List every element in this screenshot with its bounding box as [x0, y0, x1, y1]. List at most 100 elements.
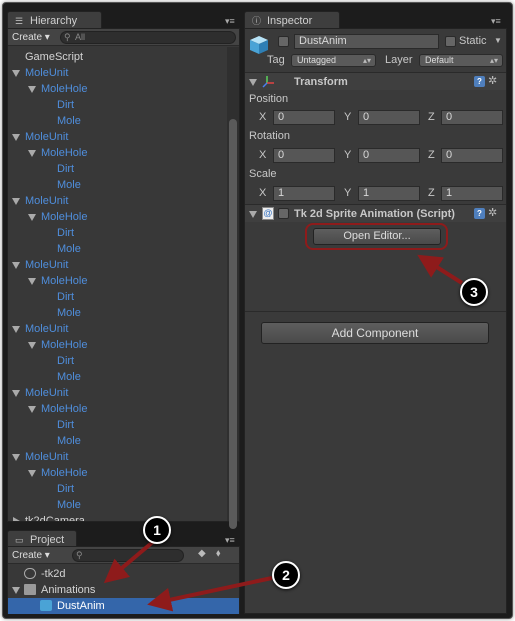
rotation-y-field[interactable]: 0	[358, 148, 420, 163]
hierarchy-item[interactable]: MoleHole	[41, 401, 87, 417]
hierarchy-scrollbar[interactable]	[227, 47, 239, 529]
expand-arrow-icon[interactable]	[28, 406, 36, 413]
position-x-field[interactable]: 0	[273, 110, 335, 125]
hierarchy-item[interactable]: Dirt	[57, 353, 74, 369]
transform-header[interactable]: Transform ? ✲	[245, 72, 506, 90]
divider	[245, 311, 506, 312]
hierarchy-item[interactable]: Mole	[57, 497, 81, 513]
project-item[interactable]: DustAnim	[57, 598, 105, 614]
hierarchy-panel: Create ▾ ⚲ All GameScript MoleUnit MoleHol…	[7, 28, 240, 529]
position-label: Position	[249, 93, 289, 105]
hierarchy-item[interactable]: Mole	[57, 113, 81, 129]
gear-icon[interactable]: ✲	[488, 207, 497, 219]
hierarchy-item[interactable]: Dirt	[57, 97, 74, 113]
scrollbar-thumb[interactable]	[229, 119, 237, 529]
expand-arrow-icon[interactable]	[12, 198, 20, 205]
add-component-button[interactable]: Add Component	[261, 322, 489, 344]
project-item[interactable]: -tk2d	[41, 566, 65, 582]
expand-arrow-icon[interactable]	[28, 278, 36, 285]
component-enabled-checkbox[interactable]	[278, 208, 289, 219]
project-item[interactable]: Animations	[41, 582, 95, 598]
panel-menu-icon[interactable]: ▾≡	[225, 535, 235, 546]
static-dropdown-icon[interactable]: ▼	[494, 36, 502, 45]
tab-project-label: Project	[30, 534, 65, 546]
expand-arrow-icon[interactable]	[12, 134, 20, 141]
tab-inspector-label: Inspector	[267, 15, 313, 27]
expand-arrow-icon[interactable]	[12, 454, 20, 461]
script-icon: @	[262, 207, 274, 220]
scale-y-field[interactable]: 1	[358, 186, 420, 201]
folder-icon	[24, 584, 36, 595]
tag-dropdown[interactable]: Untagged ▴▾	[291, 54, 376, 67]
hierarchy-item[interactable]: Mole	[57, 433, 81, 449]
expand-arrow-icon[interactable]	[28, 150, 36, 157]
collapse-arrow-icon[interactable]	[13, 517, 20, 521]
hierarchy-toolbar: Create ▾ ⚲ All	[8, 29, 239, 46]
hierarchy-item[interactable]: Mole	[57, 369, 81, 385]
hierarchy-item[interactable]: MoleUnit	[25, 385, 68, 401]
callout-2: 2	[272, 561, 300, 589]
hierarchy-item[interactable]: MoleUnit	[25, 257, 68, 273]
expand-arrow-icon[interactable]	[12, 262, 20, 269]
rotation-z-field[interactable]: 0	[441, 148, 503, 163]
hierarchy-item[interactable]: Dirt	[57, 481, 74, 497]
rotation-x-field[interactable]: 0	[273, 148, 335, 163]
hierarchy-item[interactable]: MoleUnit	[25, 449, 68, 465]
position-z-field[interactable]: 0	[441, 110, 503, 125]
hierarchy-item[interactable]: Mole	[57, 177, 81, 193]
hierarchy-item[interactable]: MoleHole	[41, 337, 87, 353]
rotation-x-label: X	[259, 149, 267, 161]
scale-x-field[interactable]: 1	[273, 186, 335, 201]
hierarchy-item[interactable]: MoleUnit	[25, 193, 68, 209]
expand-arrow-icon[interactable]	[249, 211, 257, 218]
hierarchy-item[interactable]: Dirt	[57, 417, 74, 433]
layer-label: Layer	[385, 54, 413, 66]
active-checkbox[interactable]	[278, 36, 289, 47]
hierarchy-item[interactable]: Mole	[57, 305, 81, 321]
hierarchy-item[interactable]: MoleHole	[41, 209, 87, 225]
layer-dropdown[interactable]: Default ▴▾	[419, 54, 503, 67]
hierarchy-search-input[interactable]: ⚲ All	[60, 31, 236, 44]
hierarchy-item[interactable]: MoleHole	[41, 81, 87, 97]
hierarchy-item[interactable]: MoleHole	[41, 145, 87, 161]
expand-arrow-icon[interactable]	[12, 587, 20, 594]
project-tree: -tk2d Animations DustAnim	[8, 547, 239, 613]
hierarchy-item[interactable]: tk2dCamera	[25, 513, 85, 521]
hierarchy-item[interactable]: Dirt	[57, 225, 74, 241]
project-panel: Create ▾ ⚲ ◆ ⬧ -tk2d Animations DustAnim	[7, 546, 240, 614]
expand-arrow-icon[interactable]	[28, 86, 36, 93]
hierarchy-item[interactable]: MoleHole	[41, 273, 87, 289]
scale-z-label: Z	[428, 187, 435, 199]
panel-menu-icon[interactable]: ▾≡	[225, 16, 235, 27]
panel-menu-icon[interactable]: ▾≡	[491, 16, 501, 27]
help-icon[interactable]: ?	[474, 76, 485, 87]
tag-label: Tag	[267, 54, 285, 66]
hierarchy-item[interactable]: Mole	[57, 241, 81, 257]
hierarchy-item[interactable]: Dirt	[57, 289, 74, 305]
hierarchy-item[interactable]: MoleUnit	[25, 321, 68, 337]
cube-icon	[40, 600, 52, 611]
expand-arrow-icon[interactable]	[28, 214, 36, 221]
hierarchy-item[interactable]: Dirt	[57, 161, 74, 177]
hierarchy-item[interactable]: GameScript	[25, 49, 83, 65]
gear-icon[interactable]: ✲	[488, 75, 497, 87]
expand-arrow-icon[interactable]	[28, 470, 36, 477]
hierarchy-item[interactable]: MoleHole	[41, 465, 87, 481]
scale-z-field[interactable]: 1	[441, 186, 503, 201]
object-name-field[interactable]: DustAnim	[294, 34, 439, 49]
expand-arrow-icon[interactable]	[249, 79, 257, 86]
sprite-animation-title: Tk 2d Sprite Animation (Script)	[294, 208, 455, 220]
hierarchy-item[interactable]: MoleUnit	[25, 65, 68, 81]
search-icon: ⚲	[64, 32, 71, 42]
static-checkbox[interactable]	[445, 36, 456, 47]
inspector-panel: DustAnim Static ▼ Tag Untagged ▴▾ Layer D…	[244, 28, 507, 614]
hierarchy-create-button[interactable]: Create ▾	[12, 31, 50, 44]
expand-arrow-icon[interactable]	[12, 390, 20, 397]
expand-arrow-icon[interactable]	[12, 70, 20, 77]
expand-arrow-icon[interactable]	[12, 326, 20, 333]
help-icon[interactable]: ?	[474, 208, 485, 219]
expand-arrow-icon[interactable]	[28, 342, 36, 349]
hierarchy-item[interactable]: MoleUnit	[25, 129, 68, 145]
sprite-animation-header[interactable]: @ Tk 2d Sprite Animation (Script) ? ✲	[245, 204, 506, 222]
position-y-field[interactable]: 0	[358, 110, 420, 125]
